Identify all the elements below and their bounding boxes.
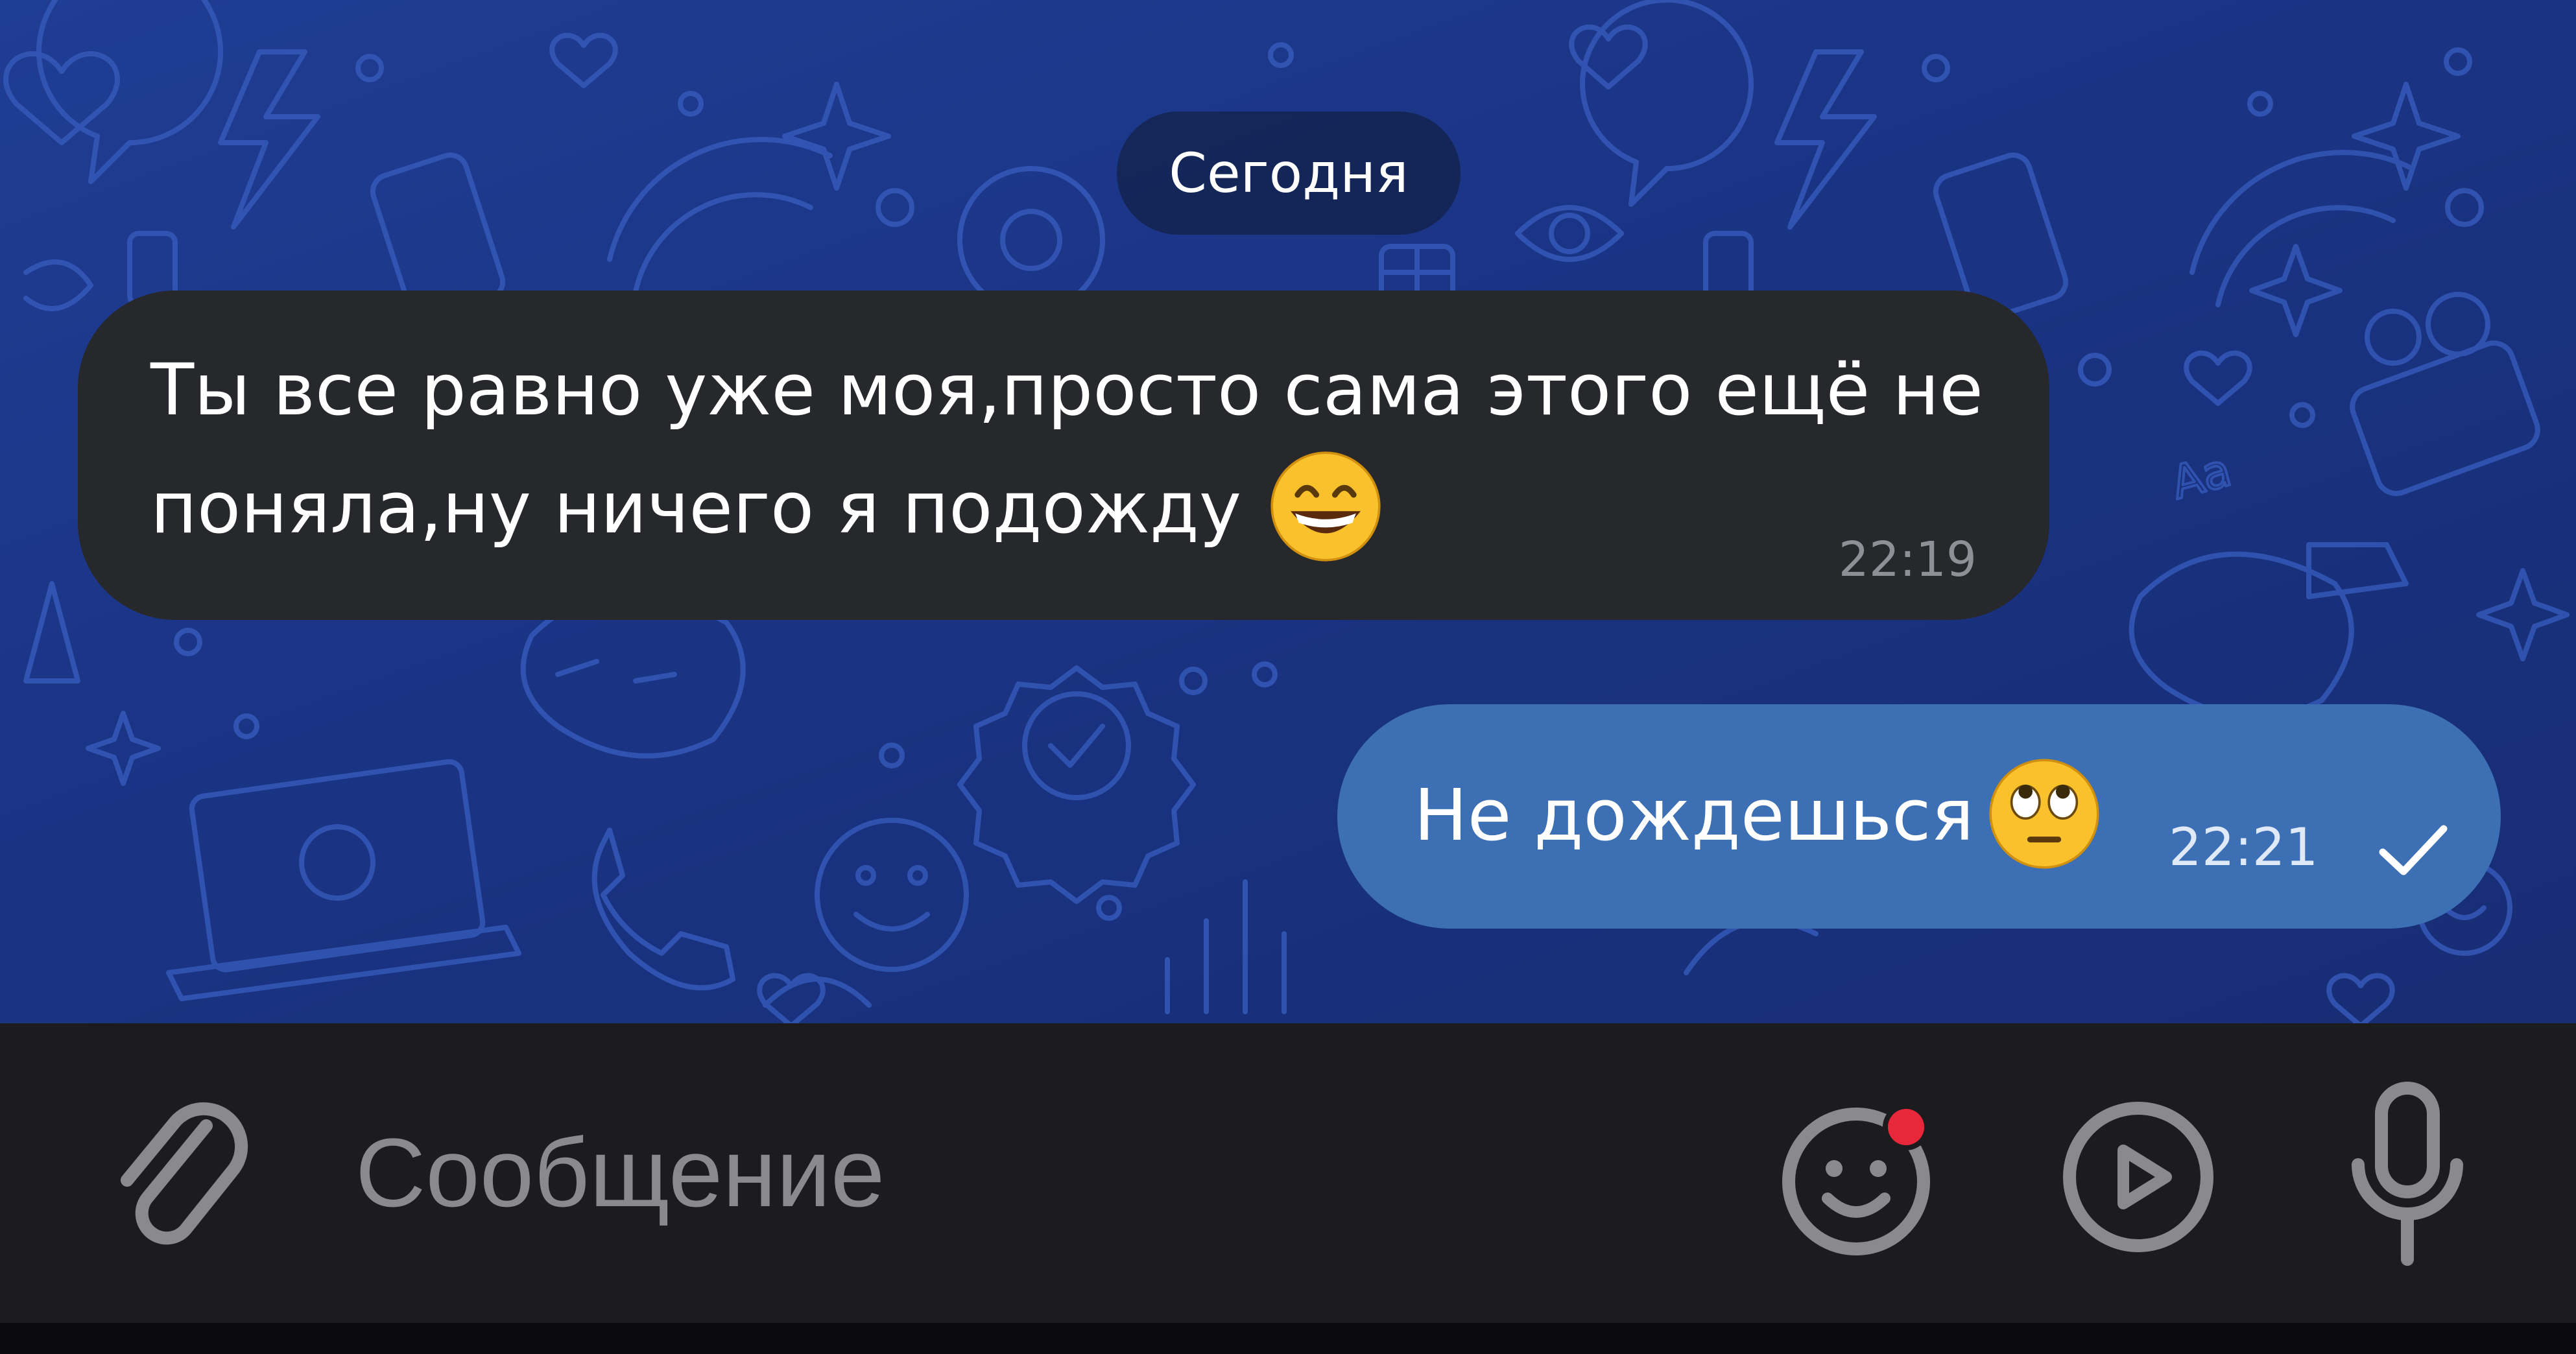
smiley-icon[interactable]	[1780, 1096, 1942, 1258]
message-time: 22:21	[2169, 817, 2319, 877]
message-text: Ты все равно уже моя,просто сама этого е…	[150, 348, 1983, 549]
paperclip-icon[interactable]	[109, 1100, 252, 1255]
message-outgoing[interactable]: Не дождешься 22:21	[1337, 704, 2501, 929]
notification-dot	[1888, 1109, 1924, 1145]
message-text-container: Ты все равно уже моя,просто сама этого е…	[150, 331, 2057, 571]
rolling-eyes-emoji-icon	[1986, 755, 2103, 872]
message-input[interactable]	[355, 1095, 1717, 1250]
date-separator-label: Сегодня	[1169, 141, 1409, 205]
message-text-container: Не дождешься	[1414, 756, 2103, 879]
microphone-icon[interactable]	[2349, 1080, 2466, 1268]
sent-checkmark-icon	[2379, 825, 2448, 875]
message-input-bar	[0, 1023, 2576, 1323]
chat-area[interactable]: Aa Сегодня Ты все равно уже моя,просто с…	[0, 0, 2576, 1023]
grinning-face-emoji-icon	[1267, 448, 1384, 565]
date-separator: Сегодня	[1117, 112, 1461, 235]
play-circle-icon[interactable]	[2057, 1096, 2219, 1258]
svg-text:Aa: Aa	[2166, 443, 2237, 510]
message-time: 22:19	[1838, 532, 1977, 588]
message-incoming[interactable]: Ты все равно уже моя,просто сама этого е…	[78, 291, 2049, 620]
bottom-edge	[0, 1323, 2576, 1354]
chat-screen: Aa Сегодня Ты все равно уже моя,просто с…	[0, 0, 2576, 1354]
message-text: Не дождешься	[1414, 774, 1974, 857]
